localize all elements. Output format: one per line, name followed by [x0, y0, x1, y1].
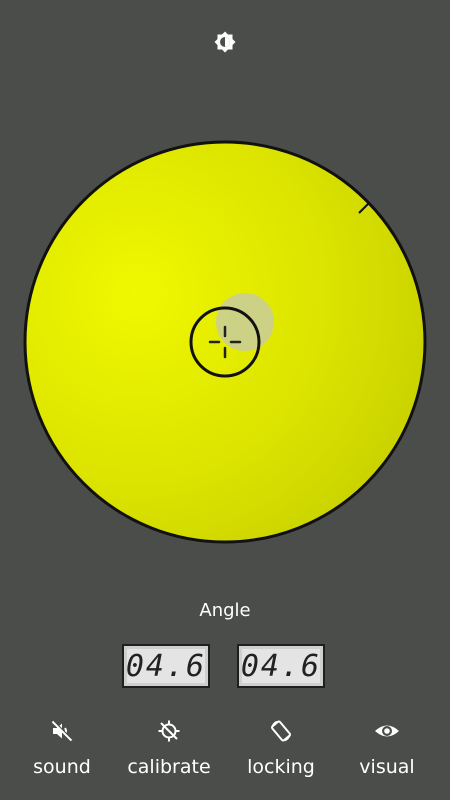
angle-y-display: 04.6: [237, 644, 325, 688]
bubble-level: [22, 139, 428, 545]
locking-button[interactable]: locking: [226, 710, 336, 790]
visual-label: visual: [359, 756, 415, 778]
screen-rotation-icon: [268, 718, 294, 744]
bottom-toolbar: sound calibrate locking visual: [0, 710, 450, 800]
air-bubble: [216, 293, 274, 351]
calibrate-icon: [156, 718, 182, 744]
sound-button[interactable]: sound: [7, 710, 117, 790]
angle-x-display: 04.6: [122, 644, 210, 688]
sound-off-icon: [49, 718, 75, 744]
angle-label: Angle: [199, 600, 251, 621]
brightness-icon: [214, 31, 236, 53]
sound-label: sound: [33, 756, 91, 778]
calibrate-label: calibrate: [127, 756, 211, 778]
visual-button[interactable]: visual: [332, 710, 442, 790]
eye-icon: [374, 718, 400, 744]
brightness-button[interactable]: [211, 28, 239, 56]
calibrate-button[interactable]: calibrate: [114, 710, 224, 790]
locking-label: locking: [247, 756, 315, 778]
